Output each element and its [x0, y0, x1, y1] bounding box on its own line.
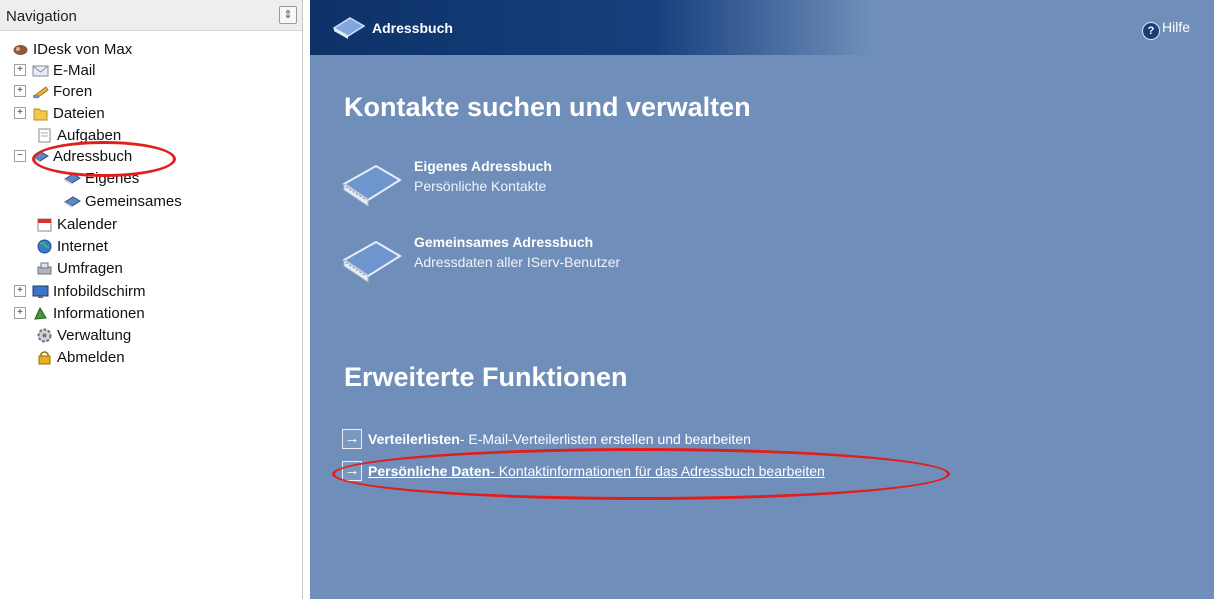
expand-icon[interactable]: + — [14, 307, 26, 319]
addressbook-icon — [64, 171, 81, 186]
expand-icon[interactable]: + — [14, 107, 26, 119]
collapse-icon[interactable]: − — [14, 150, 26, 162]
tree-item-label: Gemeinsames — [85, 192, 182, 210]
content-header: Adressbuch ? Hilfe — [310, 0, 1214, 55]
tree-item-umfragen[interactable]: Umfragen — [36, 257, 123, 279]
link-description: - Kontaktinformationen für das Adressbuc… — [490, 463, 825, 479]
tree-item-label: Kalender — [57, 215, 118, 233]
mail-icon — [32, 63, 49, 78]
tree-item-internet[interactable]: Internet — [36, 235, 108, 257]
expand-icon[interactable]: + — [14, 285, 26, 297]
link-description: - E-Mail-Verteilerlisten erstellen und b… — [459, 431, 751, 447]
link-label: Verteilerlisten — [368, 431, 460, 447]
help-icon[interactable]: ? — [1142, 22, 1160, 40]
link-verteilerlisten[interactable]: → Verteilerlisten - E-Mail-Verteilerlist… — [342, 428, 751, 450]
tree-item-label: Umfragen — [57, 259, 123, 277]
tree-item-label: Foren — [53, 82, 93, 100]
tree-item-aufgaben[interactable]: Aufgaben — [36, 124, 121, 146]
tree-item-label: Infobildschirm — [53, 282, 146, 300]
tree-item-label: Adressbuch — [53, 147, 133, 165]
tree-item-label: IDesk von Max — [33, 40, 133, 58]
link-persoenliche-daten[interactable]: → Persönliche Daten - Kontaktinformation… — [342, 460, 825, 482]
link-label: Persönliche Daten — [368, 463, 491, 479]
tree-item-label: Aufgaben — [57, 126, 122, 144]
arrow-right-icon: → — [342, 429, 362, 449]
tree-item-kalender[interactable]: Kalender — [36, 213, 117, 235]
navigation-title: Navigation — [6, 8, 77, 25]
entry-gemeinsames-adressbuch[interactable]: Gemeinsames Adressbuch Adressdaten aller… — [340, 234, 860, 298]
globe-icon — [36, 239, 53, 254]
tree-item-dateien[interactable]: + Dateien — [14, 102, 105, 124]
expand-icon[interactable]: + — [14, 64, 26, 76]
tasks-icon — [36, 128, 53, 143]
tree-item-abmelden[interactable]: Abmelden — [36, 346, 125, 368]
gear-icon — [36, 328, 53, 343]
entry-eigenes-adressbuch[interactable]: Eigenes Adressbuch Persönliche Kontakte — [340, 158, 860, 222]
addressbook-icon — [340, 158, 404, 215]
page-title: Adressbuch — [372, 20, 453, 36]
survey-icon — [36, 261, 53, 276]
tree-item-foren[interactable]: + Foren — [14, 80, 92, 102]
tree-item-label: Eigenes — [85, 169, 140, 187]
tree-item-label: Informationen — [53, 304, 145, 322]
addressbook-icon — [64, 194, 81, 209]
tree-item-label: E-Mail — [53, 61, 96, 79]
monitor-icon — [32, 284, 49, 299]
tree-item-email[interactable]: + E-Mail — [14, 59, 96, 81]
entry-subtitle: Persönliche Kontakte — [414, 178, 547, 194]
tree-item-informationen[interactable]: + Informationen — [14, 302, 145, 324]
entry-title: Eigenes Adressbuch — [414, 158, 552, 174]
folder-icon — [32, 106, 49, 121]
addressbook-icon — [32, 149, 49, 164]
content-pane: Adressbuch ? Hilfe Kontakte suchen und v… — [310, 0, 1214, 599]
navigation-header: Navigation ⇕ — [0, 0, 302, 31]
tree-item-verwaltung[interactable]: Verwaltung — [36, 324, 131, 346]
tree-item-idesk[interactable]: IDesk von Max — [12, 38, 132, 60]
addressbook-icon — [340, 234, 404, 291]
lock-icon — [36, 350, 53, 365]
tree-item-eigenes[interactable]: Eigenes — [64, 167, 139, 189]
tree-item-label: Abmelden — [57, 348, 125, 366]
help-link[interactable]: Hilfe — [1162, 19, 1190, 35]
tree-item-adressbuch[interactable]: − Adressbuch — [14, 145, 132, 167]
tree-item-infobildschirm[interactable]: + Infobildschirm — [14, 280, 146, 302]
tree-item-label: Verwaltung — [57, 326, 132, 344]
entry-subtitle: Adressdaten aller IServ-Benutzer — [414, 254, 621, 270]
collapse-toggle-icon[interactable]: ⇕ — [279, 6, 297, 24]
idesk-icon — [12, 42, 29, 57]
addressbook-icon — [332, 14, 366, 45]
navigation-pane: Navigation ⇕ IDesk von Max + E-Mail + Fo… — [0, 0, 303, 599]
calendar-icon — [36, 217, 53, 232]
section-title-advanced: Erweiterte Funktionen — [344, 362, 628, 392]
info-icon — [32, 306, 49, 321]
section-title-contacts: Kontakte suchen und verwalten — [344, 92, 751, 122]
entry-title: Gemeinsames Adressbuch — [414, 234, 594, 250]
forum-icon — [32, 84, 49, 99]
tree-item-label: Internet — [57, 237, 108, 255]
tree-item-gemeinsames[interactable]: Gemeinsames — [64, 190, 182, 212]
arrow-right-icon: → — [342, 461, 362, 481]
expand-icon[interactable]: + — [14, 85, 26, 97]
tree-item-label: Dateien — [53, 104, 105, 122]
